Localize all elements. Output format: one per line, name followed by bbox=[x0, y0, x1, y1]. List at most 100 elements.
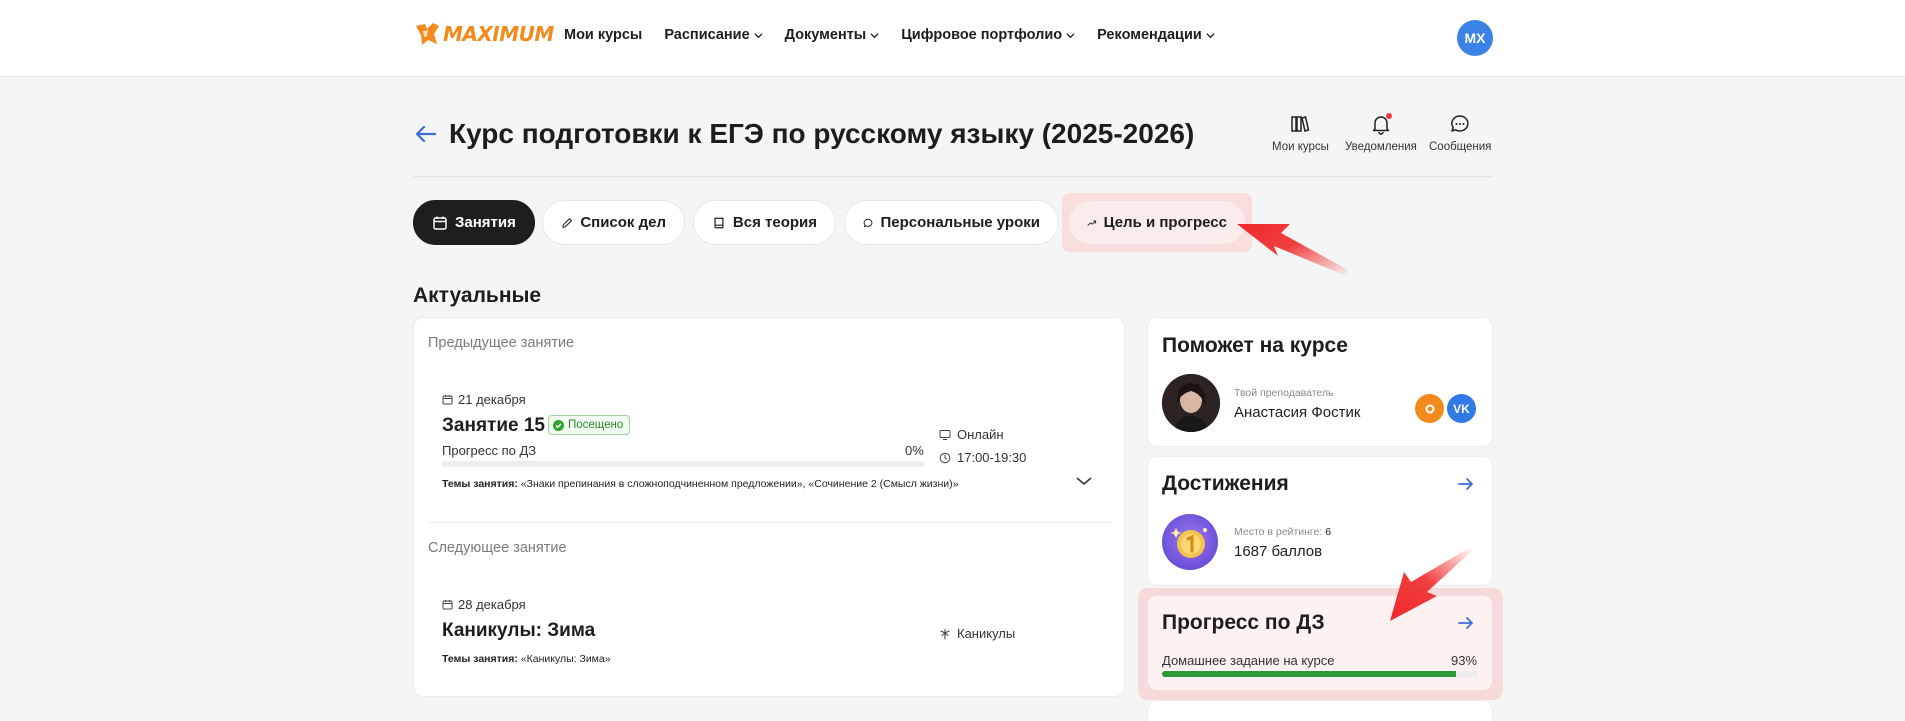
palm-tree-icon bbox=[940, 628, 950, 640]
books-icon bbox=[1291, 116, 1310, 132]
format-text: Онлайн bbox=[957, 427, 1004, 442]
points-value: 1687 баллов bbox=[1234, 543, 1323, 560]
format-text: Каникулы bbox=[957, 626, 1016, 641]
helper-title: Поможет на курсе bbox=[1162, 334, 1348, 357]
previous-lesson-heading: Предыдущее занятие bbox=[428, 335, 575, 351]
tab-label: Занятия bbox=[455, 214, 516, 231]
quick-link-label: Мои курсы bbox=[1272, 141, 1329, 153]
tab-label: Вся теория bbox=[732, 214, 817, 231]
next-card bbox=[1147, 700, 1493, 721]
logo[interactable]: MAXIMUM bbox=[413, 20, 554, 48]
main-nav: Мои курсы Расписание Документы Цифровое … bbox=[564, 27, 1215, 43]
tab-label: Цель и прогресс bbox=[1103, 214, 1227, 231]
calendar-icon bbox=[442, 600, 453, 610]
topics-label: Темы занятия: bbox=[442, 653, 518, 665]
chevron-down-icon[interactable] bbox=[1075, 474, 1093, 488]
odnoklassniki-icon[interactable] bbox=[1415, 394, 1444, 423]
clock-icon bbox=[939, 452, 951, 463]
user-avatar[interactable]: МХ bbox=[1457, 20, 1493, 56]
lesson-divider bbox=[428, 522, 1110, 523]
chat-bubble-icon bbox=[863, 218, 873, 227]
nav-label: Расписание bbox=[664, 27, 750, 43]
lesson-topics: Темы занятия: «Знаки препинания в сложно… bbox=[442, 478, 958, 490]
progress-bar bbox=[442, 461, 924, 467]
rank-line: Место в рейтинге: 6 bbox=[1234, 526, 1331, 538]
lesson-title[interactable]: Занятие 15 bbox=[442, 415, 545, 437]
arrow-right-icon[interactable] bbox=[1457, 475, 1475, 493]
lesson-topics: Темы занятия: «Каникулы: Зима» bbox=[442, 653, 611, 665]
quick-link-notifications[interactable]: Уведомления bbox=[1345, 113, 1417, 153]
lesson-title[interactable]: Каникулы: Зима bbox=[442, 620, 595, 642]
page-title: Курс подготовки к ЕГЭ по русскому языку … bbox=[449, 118, 1195, 149]
notification-dot bbox=[1385, 113, 1392, 119]
chevron-down-icon bbox=[1066, 32, 1075, 38]
monitor-icon bbox=[939, 429, 951, 440]
section-title: Актуальные bbox=[413, 284, 542, 307]
topics-text: «Каникулы: Зима» bbox=[520, 653, 611, 665]
tab-lessons[interactable]: Занятия bbox=[413, 200, 535, 245]
date-text: 21 декабря bbox=[458, 392, 526, 407]
nav-portfolio[interactable]: Цифровое портфолио bbox=[901, 27, 1075, 43]
calendar-icon bbox=[442, 395, 453, 405]
nav-label: Мои курсы bbox=[564, 27, 643, 43]
hw-progress-label: Домашнее задание на курсе bbox=[1162, 653, 1335, 668]
lesson-date: 21 декабря bbox=[442, 392, 526, 407]
lesson-format: Каникулы bbox=[939, 626, 1015, 641]
lesson-format: Онлайн bbox=[939, 427, 1004, 442]
achievement-medal-icon bbox=[1162, 514, 1218, 570]
vk-icon[interactable]: VK bbox=[1447, 394, 1476, 423]
date-text: 28 декабря bbox=[458, 597, 526, 612]
status-badge: Посещено bbox=[548, 415, 631, 435]
bell-icon bbox=[1370, 113, 1392, 135]
back-arrow-icon[interactable] bbox=[413, 121, 439, 147]
arrow-right-icon[interactable] bbox=[1457, 614, 1475, 632]
quick-link-label: Сообщения bbox=[1429, 141, 1492, 153]
calendar-icon bbox=[433, 216, 447, 230]
quick-link-my-courses[interactable]: Мои курсы bbox=[1272, 113, 1329, 153]
topics-text: «Знаки препинания в сложноподчиненном пр… bbox=[520, 478, 959, 490]
check-icon bbox=[553, 419, 564, 431]
progress-label: Прогресс по ДЗ bbox=[442, 443, 537, 458]
lesson-time: 17:00-19:30 bbox=[939, 450, 1026, 465]
logo-icon bbox=[416, 23, 439, 45]
teacher-role: Твой преподаватель bbox=[1234, 387, 1334, 399]
chevron-down-icon bbox=[870, 32, 879, 38]
tab-theory[interactable]: Вся теория bbox=[693, 200, 836, 245]
tab-personal-lessons[interactable]: Персональные уроки bbox=[844, 200, 1059, 245]
hw-progress-percent: 93% bbox=[1451, 653, 1478, 668]
logo-text: MAXIMUM bbox=[443, 22, 554, 46]
rank-value: 6 bbox=[1325, 526, 1332, 538]
teacher-name: Анастасия Фостик bbox=[1234, 404, 1361, 421]
book-icon bbox=[714, 217, 724, 228]
chevron-down-icon bbox=[754, 32, 763, 38]
quick-link-messages[interactable]: Сообщения bbox=[1429, 113, 1491, 153]
time-text: 17:00-19:30 bbox=[957, 450, 1027, 465]
tab-goal-progress[interactable]: Цель и прогресс bbox=[1068, 200, 1246, 245]
achievements-title: Достижения bbox=[1162, 472, 1289, 495]
progress-percent: 0% bbox=[905, 443, 924, 458]
trend-icon bbox=[1087, 219, 1097, 226]
tab-todo[interactable]: Список дел bbox=[542, 200, 685, 245]
chevron-down-icon bbox=[1206, 32, 1215, 38]
nav-schedule[interactable]: Расписание bbox=[664, 27, 763, 43]
pencil-icon bbox=[562, 217, 572, 228]
rank-label: Место в рейтинге: bbox=[1234, 526, 1323, 538]
hw-progress-fill bbox=[1162, 671, 1456, 677]
title-divider bbox=[413, 176, 1493, 177]
nav-recommendations[interactable]: Рекомендации bbox=[1097, 27, 1215, 43]
tab-label: Персональные уроки bbox=[880, 214, 1040, 231]
nav-documents[interactable]: Документы bbox=[785, 27, 880, 43]
top-bar: MAXIMUM Мои курсы Расписание Документы Ц… bbox=[0, 0, 1905, 77]
nav-label: Цифровое портфолио bbox=[901, 27, 1063, 43]
nav-my-courses[interactable]: Мои курсы bbox=[564, 27, 642, 43]
topics-label: Темы занятия: bbox=[442, 478, 518, 490]
hw-progress-bar bbox=[1162, 671, 1478, 677]
chat-icon bbox=[1451, 115, 1469, 132]
lesson-date: 28 декабря bbox=[442, 597, 526, 612]
badge-text: Посещено bbox=[568, 419, 624, 431]
hw-progress-title: Прогресс по ДЗ bbox=[1162, 611, 1325, 634]
nav-label: Документы bbox=[784, 27, 867, 43]
tab-label: Список дел bbox=[580, 214, 666, 231]
next-lesson-heading: Следующее занятие bbox=[428, 540, 567, 556]
nav-label: Рекомендации bbox=[1097, 27, 1202, 43]
